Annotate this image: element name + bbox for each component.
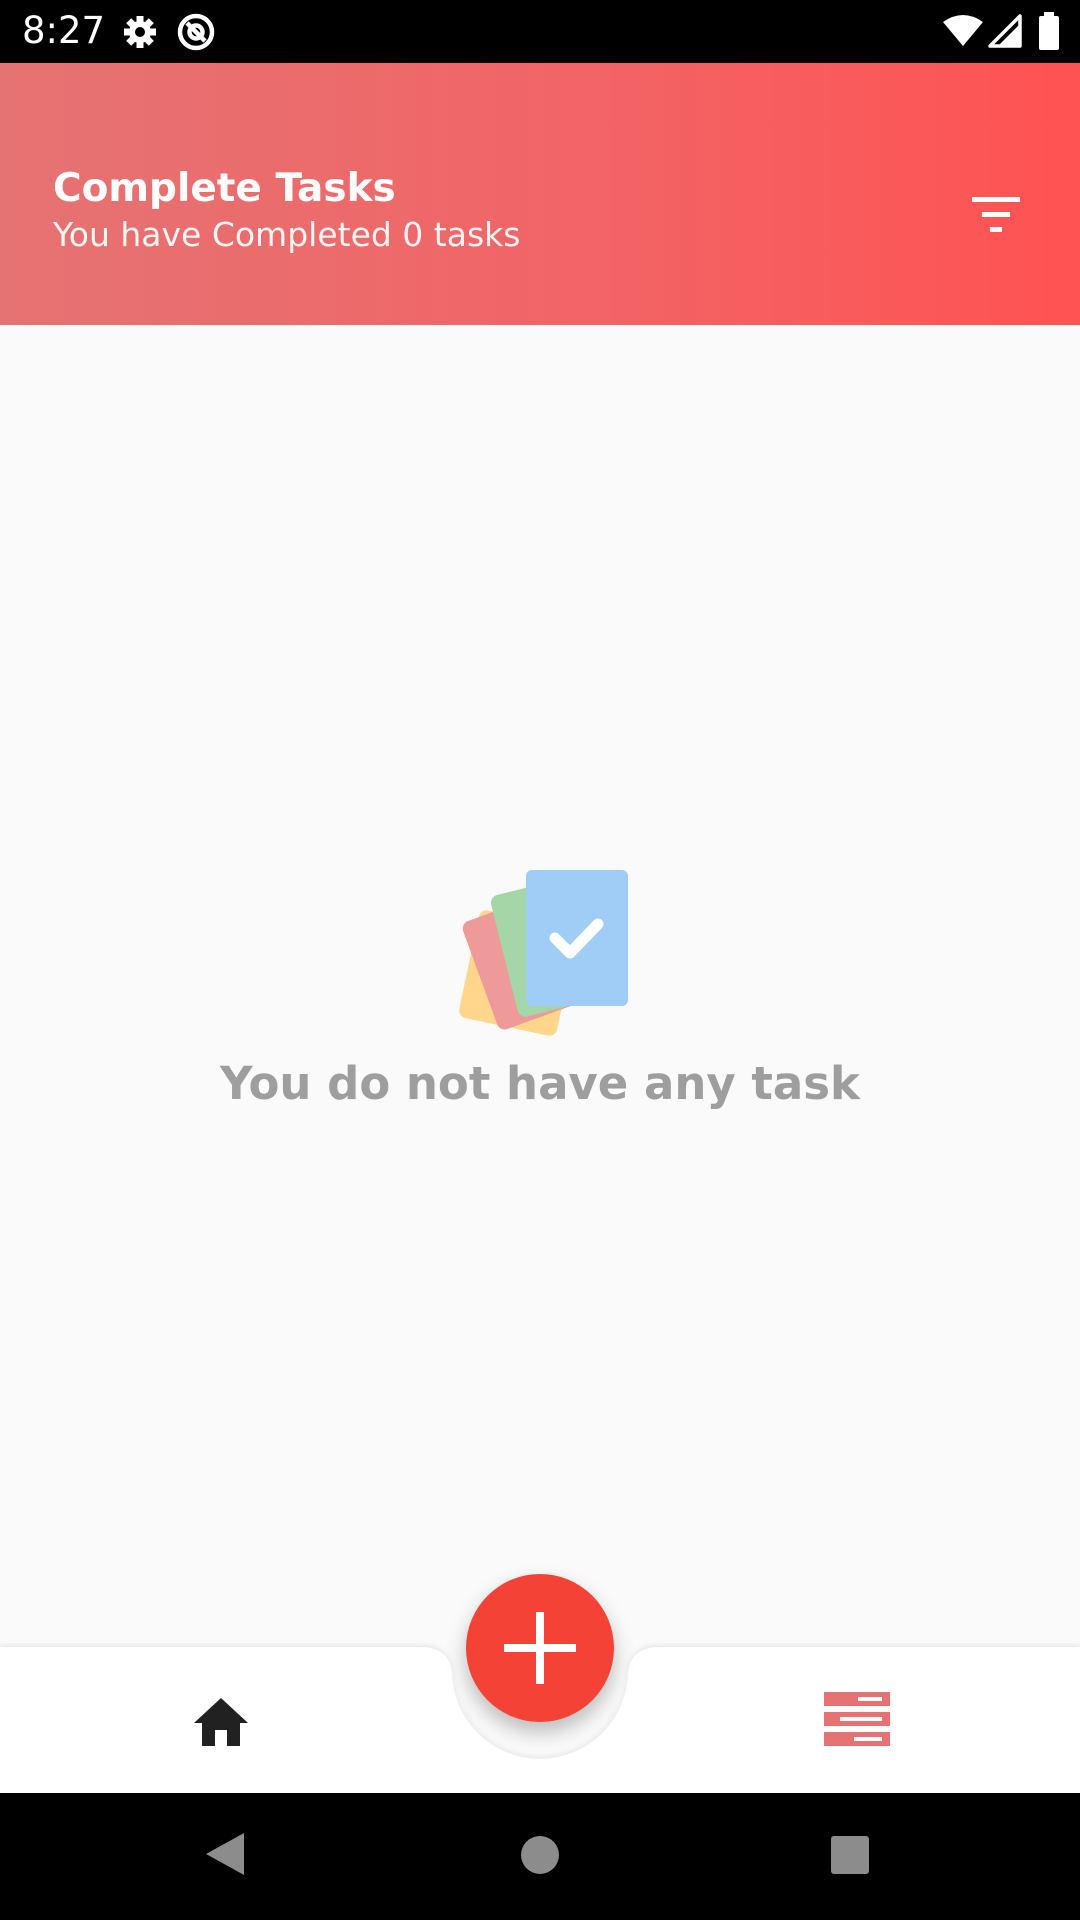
wifi-icon (943, 15, 983, 46)
back-icon[interactable] (204, 1831, 246, 1877)
battery-icon (1039, 12, 1059, 50)
filter-button[interactable] (960, 180, 1032, 252)
signal-icon (988, 14, 1022, 48)
page-title: Complete Tasks (53, 166, 396, 211)
nav-home-icon[interactable] (192, 1696, 250, 1748)
status-bar: 8:27 (0, 0, 1080, 63)
page-subtitle: You have Completed 0 tasks (53, 215, 521, 254)
filter-icon (972, 197, 1020, 232)
app-header: Complete Tasks You have Completed 0 task… (0, 63, 1080, 325)
system-nav-bar (0, 1793, 1080, 1920)
status-time: 8:27 (22, 9, 106, 52)
nav-task-list-icon[interactable] (824, 1692, 890, 1746)
recents-icon[interactable] (830, 1835, 870, 1875)
at-sign-icon (177, 13, 215, 51)
empty-state-message: You do not have any task (220, 1057, 860, 1110)
empty-tasks-illustration (459, 870, 628, 1036)
plus-icon (504, 1612, 576, 1684)
home-circle-icon[interactable] (520, 1835, 560, 1875)
gear-icon (124, 16, 156, 48)
add-task-button[interactable] (466, 1574, 614, 1722)
